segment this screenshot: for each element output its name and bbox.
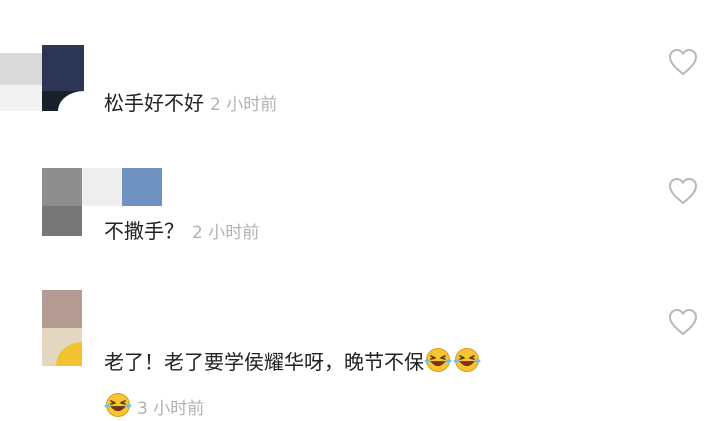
- heart-outline-icon[interactable]: [667, 47, 699, 77]
- comment-time: 3 小时前: [137, 399, 205, 419]
- heart-outline-icon[interactable]: [667, 307, 699, 337]
- avatar[interactable]: [0, 45, 84, 111]
- laughing-face-emoji: [424, 348, 452, 372]
- comment-text: 松手好不好: [104, 91, 204, 115]
- heart-outline-icon[interactable]: [667, 176, 699, 206]
- comment-meta: 3 小时前: [104, 392, 204, 421]
- comment-text: 老了！老了要学侯耀华呀，晚节不保: [104, 350, 424, 374]
- comment-time: 2 小时前: [192, 223, 260, 243]
- comment-content: 老了！老了要学侯耀华呀，晚节不保: [104, 347, 482, 375]
- comment-content: 松手好不好 2 小时前: [104, 90, 277, 118]
- laughing-face-emoji: [104, 393, 132, 417]
- comment-content: 不撒手？ 2 小时前: [104, 218, 259, 246]
- comment-text: 不撒手？: [104, 219, 184, 243]
- comment-time: 2 小时前: [210, 95, 278, 115]
- avatar[interactable]: [42, 290, 82, 366]
- laughing-face-emoji: [453, 348, 481, 372]
